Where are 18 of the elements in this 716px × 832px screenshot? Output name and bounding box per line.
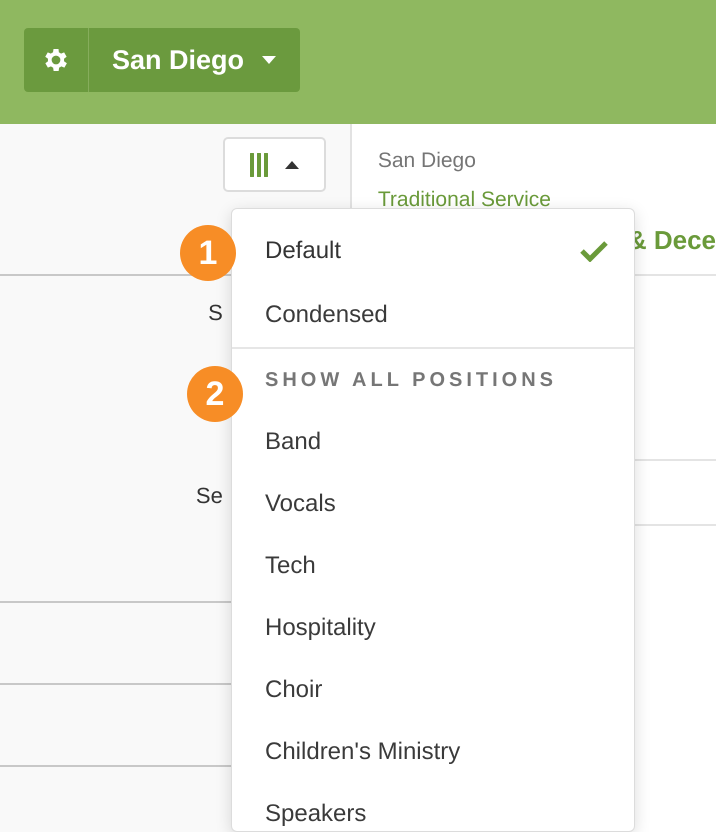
layout-option[interactable]: Condensed (232, 283, 634, 347)
section-heading: SHOW ALL POSITIONS (265, 368, 558, 393)
position-option[interactable]: Band (265, 424, 322, 460)
position-option[interactable]: Speakers (265, 796, 366, 831)
position-option[interactable]: Choir (265, 672, 322, 708)
columns-icon (249, 152, 270, 176)
caret-icon (262, 56, 276, 64)
position-option[interactable]: Vocals (265, 486, 336, 522)
campus-label: San Diego (378, 148, 477, 174)
row-text: S (208, 299, 223, 327)
position-option[interactable]: Hospitality (265, 610, 376, 646)
caret-up-icon (285, 160, 300, 168)
row-text: Se (196, 482, 223, 510)
column-view-button[interactable] (222, 137, 326, 192)
settings-button[interactable] (24, 28, 89, 92)
checkmark-icon (580, 240, 608, 262)
position-option[interactable]: Children's Ministry (265, 734, 460, 770)
position-option[interactable]: Tech (265, 548, 316, 584)
